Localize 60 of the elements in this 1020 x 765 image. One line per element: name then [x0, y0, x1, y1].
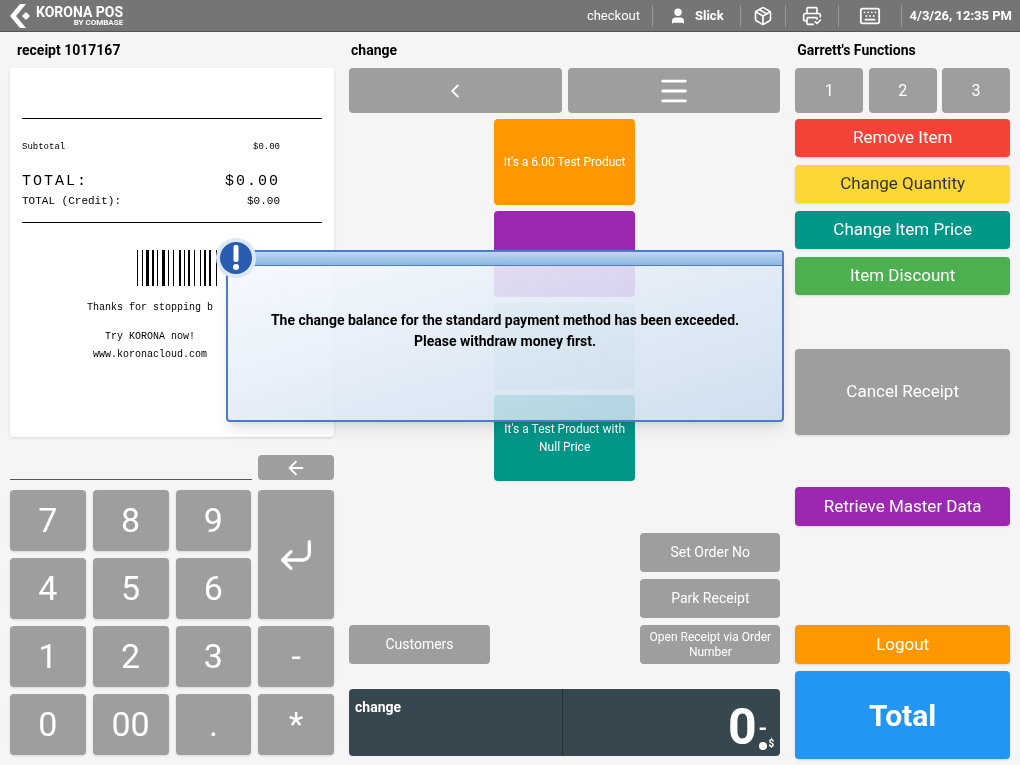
keypad-key[interactable]: 8 [92, 490, 169, 551]
date-time: 4/3/26, 12:35 PM [908, 6, 1013, 25]
function-button[interactable]: Remove Item [795, 119, 1010, 157]
customers-button[interactable]: Customers [349, 625, 490, 664]
menu-button[interactable] [567, 68, 781, 113]
printer-icon[interactable] [801, 5, 822, 26]
keypad-key[interactable]: 5 [92, 558, 169, 619]
function-button[interactable]: Change Item Price [795, 211, 1010, 249]
dialog-message: The change balance for the standard payment method has been exceeded. Please withdraw money first. [269, 311, 741, 351]
keypad-key[interactable]: 1 [10, 626, 86, 687]
keypad-key[interactable]: - [258, 626, 334, 687]
display-fraction: - [758, 720, 768, 738]
keypad-key[interactable]: 0 [10, 694, 86, 755]
promo-text: Try KORONA now! [105, 329, 195, 344]
keypad-key[interactable]: 9 [175, 490, 252, 551]
page-tab[interactable]: 1 [795, 68, 864, 113]
logout-button[interactable]: Logout [795, 625, 1010, 664]
product-tile[interactable]: It's a 6.00 Test Product [494, 119, 636, 205]
mode-label: checkout [585, 6, 641, 25]
display-amount: 0 [727, 702, 757, 752]
subtotal-label: Subtotal [22, 141, 66, 154]
total-button[interactable]: Total [795, 671, 1010, 759]
website-text: www.koronacloud.com [93, 347, 207, 362]
total-value: $0.00 [225, 171, 280, 192]
set-order-button[interactable]: Set Order No [640, 533, 781, 572]
functions-title: Garrett's Functions [796, 40, 917, 60]
display-label: change [355, 699, 402, 715]
package-icon[interactable] [752, 5, 773, 26]
keypad-key[interactable]: 4 [10, 558, 86, 619]
keypad-key[interactable]: 7 [10, 490, 86, 551]
thanks-text: Thanks for stopping b [87, 300, 213, 315]
function-button[interactable]: Change Quantity [795, 165, 1010, 203]
credit-label: TOTAL (Credit): [22, 194, 122, 209]
receipt-title: receipt 1017167 [16, 40, 122, 60]
total-label: TOTAL: [22, 171, 88, 192]
currency-symbol: $ [768, 738, 775, 750]
logo-subtitle: BY COMBASE [73, 18, 124, 27]
barcode-icon [137, 249, 220, 286]
section-title: change [350, 40, 399, 60]
page-tab[interactable]: 2 [868, 68, 937, 113]
keypad-key[interactable]: 6 [175, 558, 252, 619]
alert-icon [215, 237, 257, 279]
keypad-key[interactable]: 00 [92, 694, 169, 755]
keypad-key[interactable]: * [258, 694, 334, 755]
page-tab[interactable]: 3 [942, 68, 1010, 113]
retrieve-data-button[interactable]: Retrieve Master Data [795, 487, 1010, 526]
park-receipt-button[interactable]: Park Receipt [640, 579, 781, 618]
logo-icon [8, 2, 32, 29]
backspace-button[interactable] [258, 455, 334, 480]
subtotal-value: $0.00 [253, 141, 280, 154]
function-button[interactable]: Item Discount [795, 257, 1010, 295]
logo-text: KORONA POS [36, 4, 124, 19]
credit-value: $0.00 [247, 194, 280, 209]
keypad-key[interactable]: 3 [175, 626, 252, 687]
cancel-receipt-button[interactable]: Cancel Receipt [795, 349, 1010, 435]
user-button[interactable]: Slick [653, 5, 740, 26]
keypad-key[interactable]: . [175, 694, 252, 755]
user-icon [669, 6, 687, 25]
open-receipt-button[interactable]: Open Receipt via Order Number [640, 625, 781, 664]
keypad-key[interactable]: 2 [92, 626, 169, 687]
